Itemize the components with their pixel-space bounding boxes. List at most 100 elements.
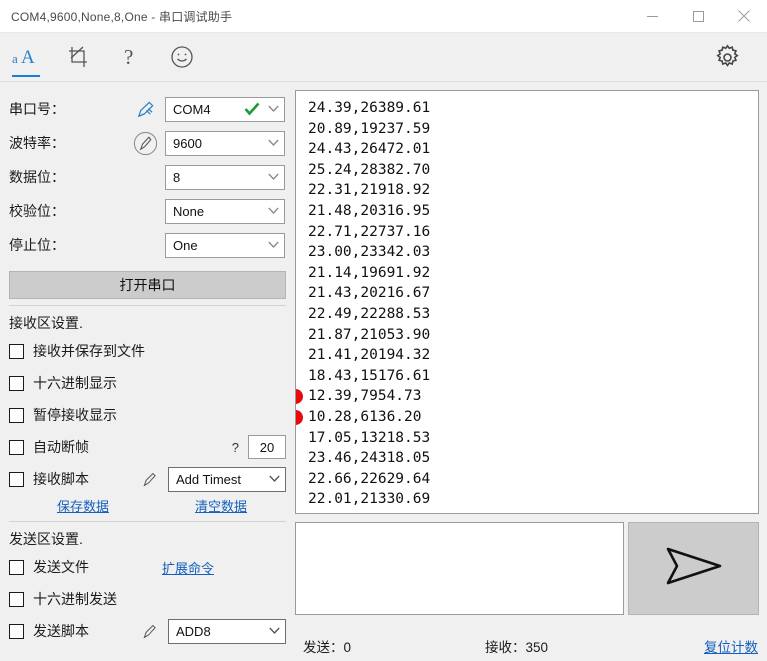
receive-line: 22.49,22288.53 <box>308 305 431 322</box>
checkbox-auto-frame[interactable] <box>9 439 24 455</box>
receive-line: 21.14,19691.92 <box>308 264 431 281</box>
send-arrow-icon <box>663 543 725 594</box>
port-row-serial: 串口号： COM4 <box>9 92 286 126</box>
auto-frame-help-icon[interactable]: ? <box>232 440 239 455</box>
send-row <box>295 522 759 615</box>
port-label-serial: 串口号： <box>9 101 65 117</box>
receive-line: 22.71,22737.16 <box>308 223 431 240</box>
receive-line: 21.87,21053.90 <box>308 326 431 343</box>
checkbox-hex-send[interactable] <box>9 591 24 607</box>
parity-value: None <box>173 203 205 219</box>
pen-blue-icon[interactable] <box>125 100 165 119</box>
status-received-count: 接收：350 <box>485 640 549 655</box>
checkbox-hex-display[interactable] <box>9 375 24 391</box>
port-row-baud: 波特率： 9600 <box>9 126 286 160</box>
checkbox-save-to-file[interactable] <box>9 343 24 359</box>
svg-text:?: ? <box>124 45 133 69</box>
send-button[interactable] <box>628 522 759 615</box>
checkbox-row-pause-display[interactable]: 暂停接收显示 <box>9 399 286 431</box>
receive-links-row: 保存数据 清空数据 <box>9 496 286 515</box>
checkbox-row-save-to-file[interactable]: 接收并保存到文件 <box>9 335 286 367</box>
port-label-parity: 校验位： <box>9 203 65 219</box>
chevron-down-icon <box>262 173 284 181</box>
receive-line: 21.41,20194.32 <box>308 347 431 364</box>
port-label-baud: 波特率： <box>9 135 65 151</box>
help-icon[interactable]: ? <box>104 34 156 80</box>
receive-line: 17.05,13218.53 <box>308 429 431 446</box>
label-send-file: 发送文件 <box>33 559 89 575</box>
label-send-script: 发送脚本 <box>33 623 89 639</box>
send-text-input[interactable] <box>295 522 624 615</box>
emoji-icon[interactable] <box>156 34 208 80</box>
font-size-icon[interactable]: a A <box>0 34 52 80</box>
data-bits-dropdown[interactable]: 8 <box>165 164 285 190</box>
chevron-down-icon <box>263 627 285 635</box>
svg-text:a: a <box>12 51 18 66</box>
send-script-dropdown[interactable]: ADD8 <box>168 618 286 644</box>
label-hex-display: 十六进制显示 <box>33 375 117 391</box>
receive-line: 24.39,26389.61 <box>308 100 431 116</box>
parity-dropdown[interactable]: None <box>165 198 285 224</box>
receive-line: 23.00,23342.03 <box>308 244 431 261</box>
receive-line: 18.43,15176.61 <box>308 367 431 384</box>
baud-rate-value: 9600 <box>173 135 202 151</box>
close-button[interactable] <box>721 0 767 32</box>
receive-line: 22.01,21330.69 <box>308 491 431 508</box>
send-script-value: ADD8 <box>176 623 211 639</box>
minimize-button[interactable] <box>629 0 675 32</box>
checkbox-row-hex-display[interactable]: 十六进制显示 <box>9 367 286 399</box>
checkbox-row-hex-send[interactable]: 十六进制发送 <box>9 583 286 615</box>
port-row-stopbits: 停止位： One <box>9 228 286 262</box>
checkbox-send-file[interactable] <box>9 559 24 575</box>
gear-icon[interactable] <box>701 34 753 80</box>
checkbox-row-auto-frame[interactable]: 自动断帧 ? 20 <box>9 431 286 463</box>
receive-line: 12.39,7954.73 <box>308 388 422 405</box>
save-data-link[interactable]: 保存数据 <box>57 496 109 515</box>
status-sent-count: 发送：0 <box>303 640 352 655</box>
checkbox-pause-display[interactable] <box>9 407 24 423</box>
clear-data-link[interactable]: 清空数据 <box>195 496 247 515</box>
receive-line: 20.89,19237.59 <box>308 120 431 137</box>
receive-text-area[interactable]: 24.39,26389.61 20.89,19237.59 24.43,26472.… <box>295 90 759 514</box>
checkbox-recv-script[interactable] <box>9 471 24 487</box>
chevron-down-icon <box>262 207 284 215</box>
extend-command-link[interactable]: 扩展命令 <box>162 558 214 577</box>
chevron-down-icon <box>263 475 285 483</box>
data-panel: 24.39,26389.61 20.89,19237.59 24.43,26472.… <box>295 82 767 631</box>
label-pause-display: 暂停接收显示 <box>33 407 117 423</box>
baud-rate-dropdown[interactable]: 9600 <box>165 130 285 156</box>
receive-lines-container: 24.39,26389.61 20.89,19237.59 24.43,26472.… <box>308 98 758 510</box>
crop-icon[interactable] <box>52 34 104 80</box>
checkbox-row-send-file[interactable]: 发送文件 扩展命令 <box>9 551 286 583</box>
stop-bits-dropdown[interactable]: One <box>165 232 285 258</box>
recv-script-pen-icon[interactable] <box>134 471 164 488</box>
title-bar: COM4,9600,None,8,One - 串口调试助手 <box>0 0 767 33</box>
send-settings-title: 发送区设置. <box>9 531 83 547</box>
pen-circle-icon[interactable] <box>125 130 165 157</box>
svg-text:A: A <box>21 47 35 68</box>
receive-line: 22.31,21918.92 <box>308 182 431 199</box>
receive-line: 21.48,20316.95 <box>308 202 431 219</box>
annotation-dot <box>296 389 303 405</box>
receive-line: 10.28,6136.20 <box>308 408 422 425</box>
receive-line: 23.46,24318.05 <box>308 450 431 467</box>
chevron-down-icon <box>262 139 284 147</box>
open-serial-port-button[interactable]: 打开串口 <box>9 271 286 299</box>
recv-script-dropdown[interactable]: Add Timest <box>168 466 286 492</box>
send-script-pen-icon[interactable] <box>134 623 164 640</box>
chevron-down-icon <box>262 241 284 249</box>
reset-counter-link[interactable]: 复位计数 <box>704 636 758 656</box>
receive-settings-title: 接收区设置. <box>9 315 83 331</box>
label-recv-script: 接收脚本 <box>33 471 89 487</box>
auto-frame-timeout-input[interactable]: 20 <box>248 435 286 459</box>
label-hex-send: 十六进制发送 <box>33 591 117 607</box>
port-label-stopbits: 停止位： <box>9 237 65 253</box>
maximize-button[interactable] <box>675 0 721 32</box>
serial-port-dropdown[interactable]: COM4 <box>165 96 285 122</box>
checkbox-send-script[interactable] <box>9 623 24 639</box>
stop-bits-value: One <box>173 237 198 253</box>
recv-script-value: Add Timest <box>176 471 242 487</box>
checkbox-row-send-script[interactable]: 发送脚本 ADD8 <box>9 615 286 647</box>
divider-above-receive <box>9 305 286 306</box>
checkbox-row-recv-script[interactable]: 接收脚本 Add Timest <box>9 463 286 495</box>
